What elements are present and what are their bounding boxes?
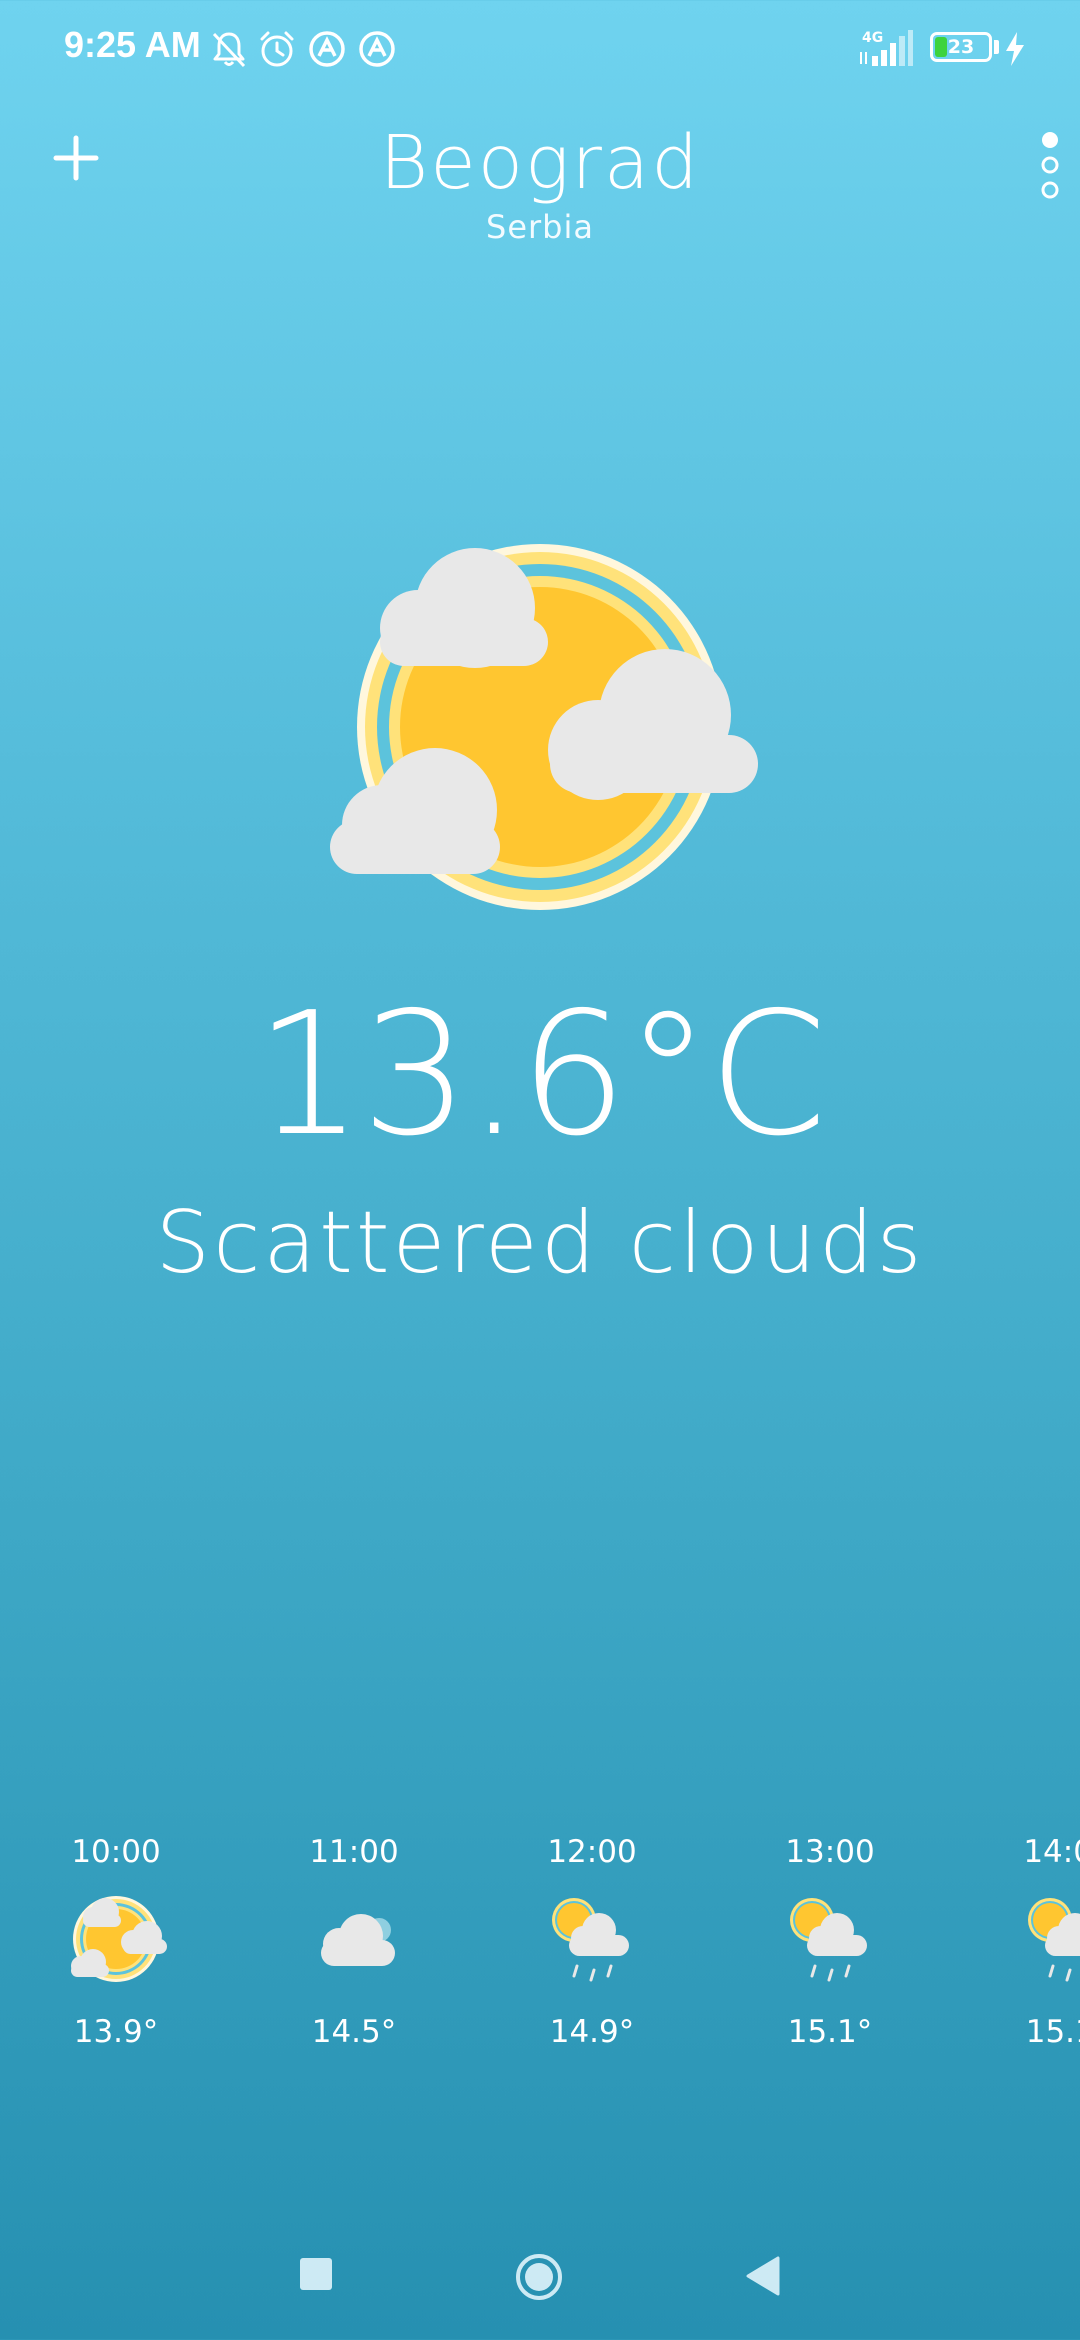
alarm-icon xyxy=(260,31,294,67)
hour-time: 14:00 xyxy=(1023,1834,1080,1870)
battery-icon: 23 xyxy=(930,32,992,62)
hourly-item[interactable]: 10:00 13.9° xyxy=(16,1830,216,2050)
app-notification-icon xyxy=(309,31,345,67)
hourly-item[interactable]: 14:00 15.1° xyxy=(968,1830,1080,2050)
hour-temperature: 14.9° xyxy=(549,2014,635,2050)
status-time: 9:25 AM xyxy=(64,24,201,65)
recents-button[interactable] xyxy=(300,2258,332,2290)
sun-cloud-rain-icon xyxy=(790,1898,867,1982)
charging-icon xyxy=(1006,32,1024,66)
home-button[interactable] xyxy=(514,2252,564,2302)
sun-cloud-rain-icon xyxy=(1028,1898,1080,1982)
hourly-item[interactable]: 13:00 15.1° xyxy=(730,1830,930,2050)
hourly-item[interactable]: 11:00 14.5° xyxy=(254,1830,454,2050)
app-notification-icon xyxy=(359,31,395,67)
signal-icon xyxy=(860,30,913,66)
cloudy-icon xyxy=(321,1914,395,1966)
bell-off-icon xyxy=(212,32,246,68)
current-temperature: 13.6°C xyxy=(254,976,827,1174)
battery-level: 23 xyxy=(947,36,975,58)
country-name: Serbia xyxy=(486,208,594,246)
more-options-button[interactable] xyxy=(1030,128,1070,202)
hour-time: 12:00 xyxy=(547,1834,637,1870)
battery-nub xyxy=(994,40,999,54)
sun-cloud-rain-icon xyxy=(552,1898,629,1982)
hour-temperature: 13.9° xyxy=(73,2014,159,2050)
hour-temperature: 15.1° xyxy=(1025,2014,1080,2050)
hour-temperature: 15.1° xyxy=(787,2014,873,2050)
hourly-item[interactable]: 12:00 14.9° xyxy=(492,1830,692,2050)
city-name: Beograd xyxy=(379,120,701,206)
hour-time: 11:00 xyxy=(309,1834,399,1870)
hour-time: 10:00 xyxy=(71,1834,161,1870)
scattered-clouds-icon xyxy=(330,544,758,910)
back-button[interactable] xyxy=(744,2254,780,2298)
hour-time: 13:00 xyxy=(785,1834,875,1870)
weather-condition: Scattered clouds xyxy=(155,1193,925,1293)
scattered-clouds-icon xyxy=(71,1896,167,1982)
hourly-forecast[interactable]: 10:00 13.9° 11:00 14.5° 12:00 14.9° 13:0… xyxy=(0,1830,1080,2080)
hour-temperature: 14.5° xyxy=(311,2014,397,2050)
